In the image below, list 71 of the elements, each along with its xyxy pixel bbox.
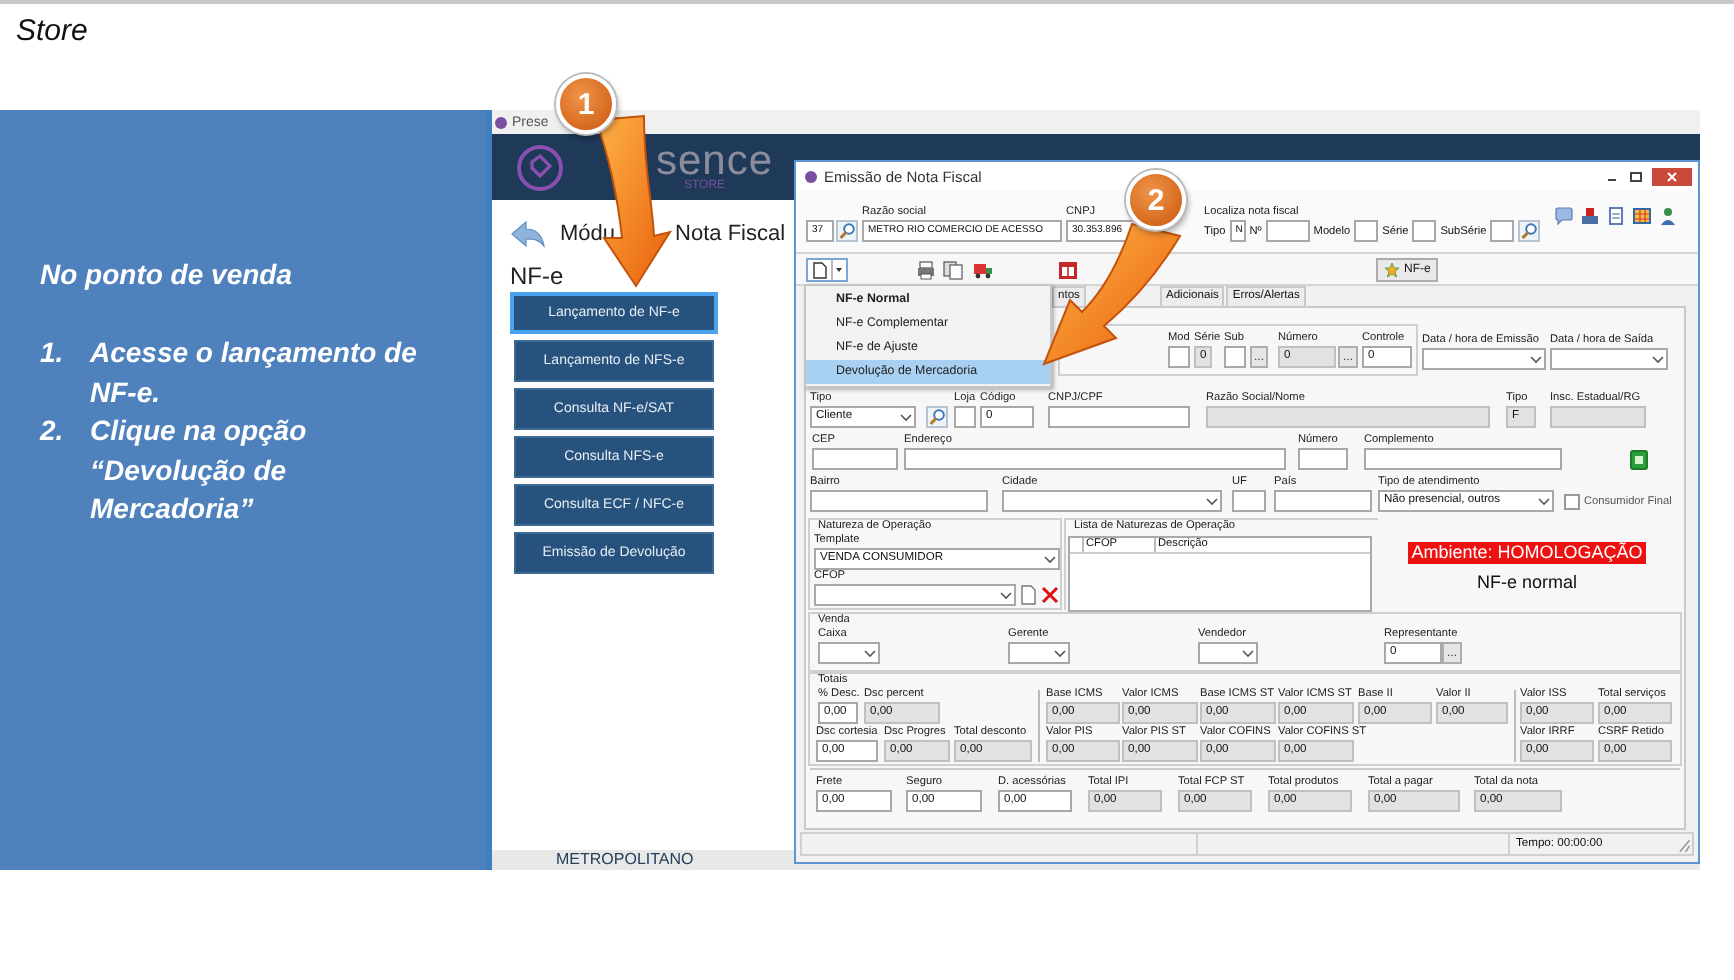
chevron-down-icon	[1242, 649, 1254, 657]
chevron-down-icon	[864, 649, 876, 657]
logo-icon	[516, 143, 564, 191]
copy-icon[interactable]	[942, 259, 964, 279]
input-field[interactable]	[1168, 346, 1190, 368]
notes-heading: No ponto de venda	[40, 258, 294, 290]
input-field[interactable]	[1490, 220, 1515, 242]
checkbox[interactable]	[1564, 493, 1580, 509]
search-icon[interactable]	[836, 220, 858, 242]
stamp-icon[interactable]	[1580, 206, 1601, 226]
chevron-down-icon	[1530, 355, 1542, 363]
dropdown-field[interactable]	[1422, 348, 1546, 370]
step-badge: 1	[556, 74, 616, 134]
chevron-down-icon	[1652, 355, 1664, 363]
close-icon[interactable]	[1652, 167, 1692, 185]
input-field[interactable]	[1298, 448, 1348, 470]
chat-icon[interactable]	[1554, 206, 1575, 226]
chevron-down-icon	[1054, 649, 1066, 657]
input-field[interactable]	[1224, 346, 1246, 368]
search-icon[interactable]	[1518, 220, 1541, 242]
dropdown-field[interactable]	[1550, 348, 1668, 370]
input-field[interactable]	[1274, 490, 1372, 512]
resize-grip-icon	[1676, 834, 1692, 854]
chevron-down-icon	[1000, 591, 1012, 599]
truck-icon[interactable]	[972, 259, 994, 279]
person-icon[interactable]	[1658, 206, 1679, 226]
input-field[interactable]	[1206, 406, 1490, 428]
money-icon	[1630, 450, 1648, 470]
environment-badge: Ambiente: HOMOLOGAÇÃO	[1407, 542, 1647, 564]
search-icon[interactable]	[926, 406, 948, 428]
step-number: 1.	[40, 334, 66, 372]
mode-label: NF-e normal	[1476, 572, 1577, 592]
back-arrow-icon[interactable]	[510, 220, 546, 248]
input-field[interactable]	[1354, 220, 1379, 242]
module-title: Nota Fiscal	[675, 222, 786, 246]
input-field[interactable]	[1265, 220, 1310, 242]
footer-text: METROPOLITANO	[556, 850, 694, 868]
table-icon[interactable]	[1632, 206, 1653, 226]
maximize-icon[interactable]	[1628, 168, 1644, 184]
app-icon	[804, 169, 818, 183]
document-icon[interactable]	[1606, 206, 1627, 226]
input-field[interactable]	[954, 406, 976, 428]
dropdown-field[interactable]	[818, 642, 880, 664]
input-field[interactable]	[1048, 406, 1190, 428]
app-icon	[494, 115, 508, 129]
slide-header: Store	[16, 14, 88, 48]
delete-icon[interactable]	[1040, 584, 1060, 606]
chevron-down-icon	[900, 413, 912, 421]
dropdown-field[interactable]	[1002, 490, 1222, 512]
chevron-down-icon	[1206, 497, 1218, 505]
step-text: Clique na opção “Devolução de Mercadoria”	[90, 412, 309, 528]
input-field[interactable]	[1232, 490, 1266, 512]
dropdown-field[interactable]	[814, 584, 1016, 606]
dropdown-field[interactable]	[1008, 642, 1070, 664]
input-field[interactable]	[1412, 220, 1437, 242]
step-text: Acesse o lançamento de NF-e.	[90, 334, 419, 411]
step-number: 2.	[40, 412, 66, 450]
input-field[interactable]	[1364, 448, 1562, 470]
calendar-icon[interactable]	[1058, 259, 1078, 279]
input-field[interactable]	[810, 490, 988, 512]
new-document-button[interactable]	[806, 257, 848, 281]
chevron-down-icon	[1538, 497, 1550, 505]
chevron-down-icon	[1044, 555, 1056, 563]
section-label: NF-e	[510, 262, 564, 288]
input-field[interactable]	[904, 448, 1286, 470]
input-field[interactable]	[1550, 406, 1646, 428]
input-field[interactable]	[812, 448, 898, 470]
dropdown-field[interactable]	[1198, 642, 1258, 664]
printer-icon[interactable]	[916, 259, 936, 279]
logo-text: sence	[656, 142, 774, 180]
star-icon	[1384, 261, 1400, 277]
